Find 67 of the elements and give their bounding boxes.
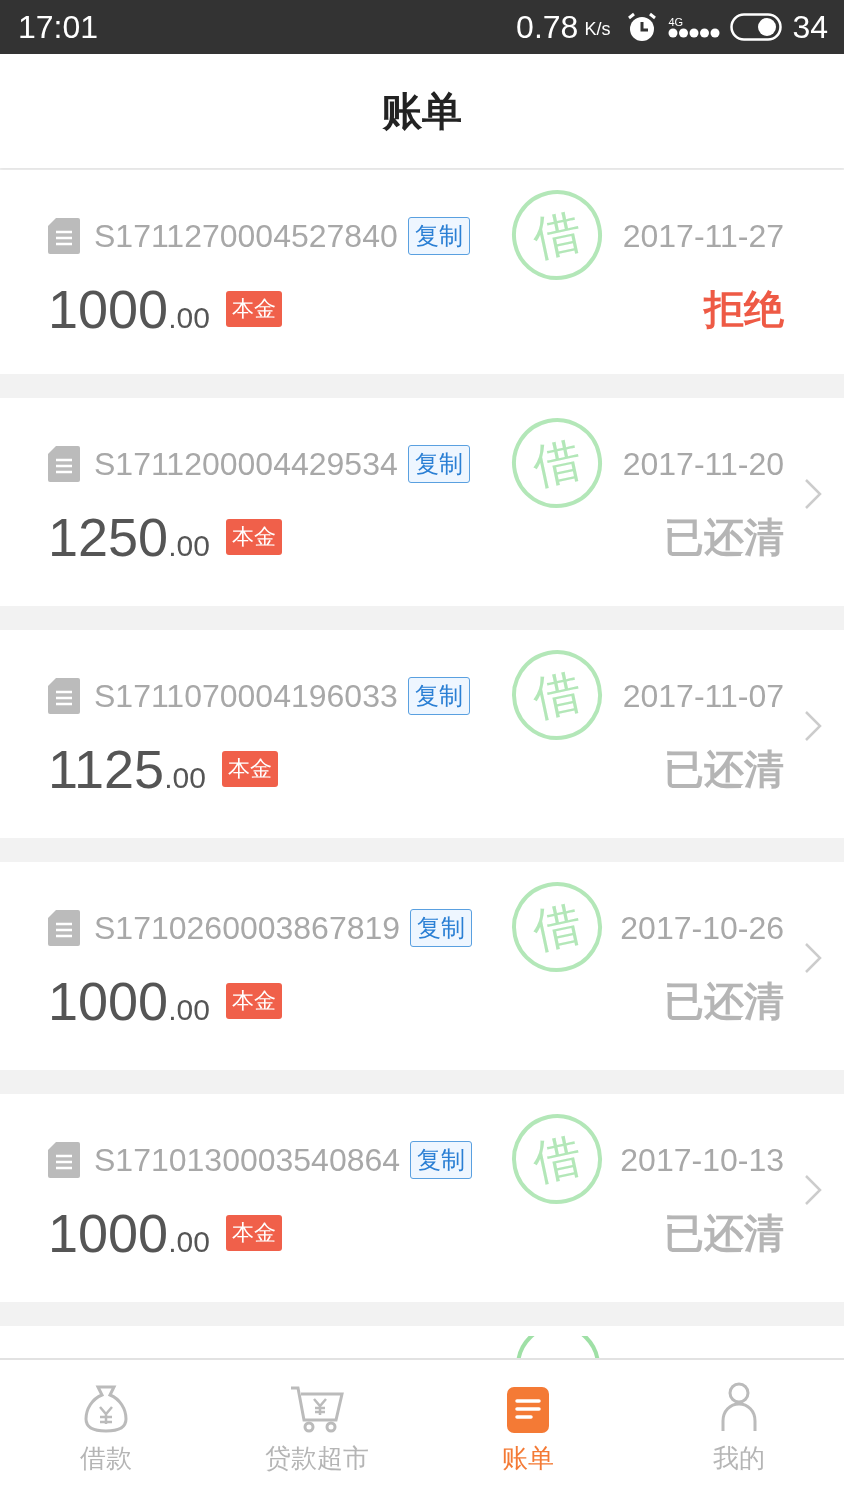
nav-tab[interactable]: 账单 xyxy=(422,1360,633,1500)
amount-decimals: .00 xyxy=(168,1225,210,1259)
battery-level: 34 xyxy=(792,8,828,46)
bill-status: 已还清 xyxy=(664,745,784,793)
order-number: S1710260003867819 xyxy=(94,909,401,947)
stamp-ring-icon xyxy=(514,1336,602,1358)
order-number: S1711070004196033 xyxy=(94,677,398,715)
document-icon xyxy=(48,218,80,254)
principal-tag: 本金 xyxy=(225,291,282,327)
principal-tag: 本金 xyxy=(225,519,282,555)
speed-unit: K/s xyxy=(584,18,611,40)
page-title: 账单 xyxy=(382,87,462,135)
nav-tab[interactable]: 借款 xyxy=(0,1360,211,1500)
order-number: S1711200004429534 xyxy=(94,445,398,483)
amount-decimals: .00 xyxy=(164,761,206,795)
copy-button[interactable]: 复制 xyxy=(410,1141,473,1179)
order-number: S1710130003540864 xyxy=(94,1141,401,1179)
principal-tag: 本金 xyxy=(225,983,282,1019)
copy-button[interactable]: 复制 xyxy=(407,445,470,483)
copy-button[interactable]: 复制 xyxy=(407,217,470,255)
battery-toggle-icon xyxy=(730,13,783,41)
money-bag-icon xyxy=(82,1383,129,1433)
amount-decimals: .00 xyxy=(168,529,210,563)
document-icon xyxy=(48,678,80,714)
copy-button[interactable]: 复制 xyxy=(407,677,470,715)
bill-date: 2017-10-26 xyxy=(620,909,784,947)
chevron-right-icon xyxy=(804,710,822,742)
bill-amount: 1000 xyxy=(48,970,169,1032)
bill-card[interactable]: S1711070004196033 复制 2017-11-07 1125.00 本金 已还清 借 xyxy=(0,630,844,838)
order-number: S1711270004527840 xyxy=(94,217,398,255)
bill-card[interactable]: S1711270004527840 复制 2017-11-27 1000.00 本金 拒绝 借 xyxy=(0,170,844,374)
person-icon xyxy=(720,1381,757,1433)
chevron-right-icon xyxy=(804,478,822,510)
bill-amount: 1000 xyxy=(48,278,169,340)
bill-amount: 1125 xyxy=(48,738,165,800)
bill-icon xyxy=(506,1387,549,1433)
document-icon xyxy=(48,1142,80,1178)
amount-decimals: .00 xyxy=(168,993,210,1027)
bill-amount: 1000 xyxy=(48,1202,169,1264)
bill-status: 已还清 xyxy=(664,513,784,561)
bill-status: 已还清 xyxy=(664,977,784,1025)
bill-card[interactable]: S1710260003867819 复制 2017-10-26 1000.00 本金 已还清 借 xyxy=(0,862,844,1070)
network-speed: 0.78 xyxy=(516,8,579,46)
nav-tab[interactable]: 我的 xyxy=(633,1360,844,1500)
bill-amount: 1250 xyxy=(48,506,169,568)
clock-time: 17:01 xyxy=(18,8,99,46)
bill-card[interactable]: S1710130003540864 复制 2017-10-13 1000.00 本金 已还清 借 xyxy=(0,1094,844,1302)
principal-tag: 本金 xyxy=(225,1215,282,1251)
chevron-right-icon xyxy=(804,942,822,974)
bill-date: 2017-11-27 xyxy=(622,217,784,255)
document-icon xyxy=(48,910,80,946)
copy-button[interactable]: 复制 xyxy=(410,909,473,947)
bill-status: 已还清 xyxy=(664,1209,784,1257)
network-type: 4G xyxy=(668,16,684,28)
bill-date: 2017-10-13 xyxy=(620,1141,784,1179)
alarm-clock-icon xyxy=(626,11,659,43)
signal-dots-icon xyxy=(668,28,721,38)
chevron-right-icon xyxy=(804,1174,822,1206)
principal-tag: 本金 xyxy=(221,751,278,787)
amount-decimals: .00 xyxy=(168,301,210,335)
document-icon xyxy=(48,446,80,482)
bill-card[interactable]: S1711200004429534 复制 2017-11-20 1250.00 本金 已还清 借 xyxy=(0,398,844,606)
bill-date: 2017-11-20 xyxy=(622,445,784,483)
shopping-cart-icon xyxy=(288,1385,345,1433)
nav-tab[interactable]: 贷款超市 xyxy=(211,1360,422,1500)
bill-date: 2017-11-07 xyxy=(622,677,784,715)
bill-status: 拒绝 xyxy=(704,285,784,333)
